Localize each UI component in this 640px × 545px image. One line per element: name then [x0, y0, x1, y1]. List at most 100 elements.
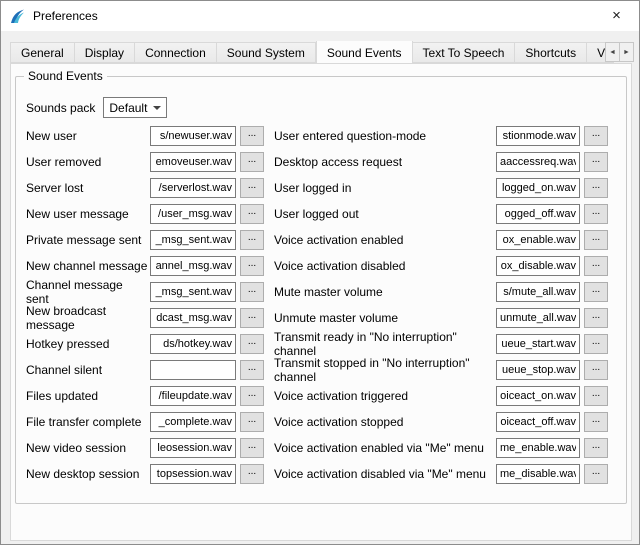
sound-event-label: User logged in [274, 181, 496, 195]
sound-event-label: User logged out [274, 207, 496, 221]
browse-button[interactable]: ... [584, 438, 608, 458]
sound-file-input[interactable] [496, 204, 580, 224]
sound-event-row: Voice activation stopped... [274, 409, 608, 435]
sound-events-tab-page: Sound Events Sounds pack Default New use… [10, 63, 632, 541]
sound-file-input[interactable] [496, 438, 580, 458]
sound-event-row: User entered question-mode... [274, 123, 608, 149]
browse-button[interactable]: ... [240, 282, 264, 302]
browse-button[interactable]: ... [584, 152, 608, 172]
browse-button[interactable]: ... [240, 126, 264, 146]
browse-button[interactable]: ... [584, 256, 608, 276]
sound-file-input[interactable] [150, 152, 236, 172]
tab-sound-events[interactable]: Sound Events [316, 41, 413, 63]
sound-file-input[interactable] [496, 412, 580, 432]
browse-button[interactable]: ... [584, 282, 608, 302]
browse-button[interactable]: ... [584, 308, 608, 328]
tab-shortcuts[interactable]: Shortcuts [515, 42, 587, 63]
browse-button[interactable]: ... [584, 464, 608, 484]
tab-text-to-speech[interactable]: Text To Speech [413, 42, 516, 63]
browse-button[interactable]: ... [240, 412, 264, 432]
sound-event-label: Hotkey pressed [26, 337, 150, 351]
sound-file-input[interactable] [496, 464, 580, 484]
browse-button[interactable]: ... [240, 334, 264, 354]
browse-button[interactable]: ... [240, 178, 264, 198]
browse-button[interactable]: ... [240, 386, 264, 406]
sound-event-label: New video session [26, 441, 150, 455]
sound-event-row: Voice activation disabled via "Me" menu.… [274, 461, 608, 487]
sound-event-row: User removed... [26, 149, 264, 175]
sound-file-input[interactable] [150, 386, 236, 406]
browse-button[interactable]: ... [584, 386, 608, 406]
tab-scroll-right-button[interactable]: ► [619, 42, 634, 62]
tab-scroll-left-button[interactable]: ◄ [605, 42, 620, 62]
sound-file-input[interactable] [150, 282, 236, 302]
browse-button[interactable]: ... [584, 230, 608, 250]
sound-file-input[interactable] [496, 282, 580, 302]
close-button[interactable]: × [594, 1, 639, 30]
browse-button[interactable]: ... [240, 438, 264, 458]
sound-event-label: Voice activation triggered [274, 389, 496, 403]
browse-button[interactable]: ... [584, 412, 608, 432]
sound-file-input[interactable] [496, 256, 580, 276]
sound-file-input[interactable] [150, 178, 236, 198]
sound-file-input[interactable] [150, 308, 236, 328]
sound-file-input[interactable] [496, 308, 580, 328]
sound-file-input[interactable] [150, 256, 236, 276]
sound-event-row: Transmit stopped in "No interruption" ch… [274, 357, 608, 383]
sound-file-input[interactable] [496, 360, 580, 380]
sound-file-input[interactable] [150, 126, 236, 146]
sounds-pack-select[interactable]: Default [103, 97, 167, 118]
sound-event-row: Private message sent... [26, 227, 264, 253]
browse-button[interactable]: ... [240, 360, 264, 380]
sound-file-input[interactable] [496, 334, 580, 354]
sound-event-row: Unmute master volume... [274, 305, 608, 331]
tab-general[interactable]: General [10, 42, 75, 63]
sound-file-input[interactable] [150, 204, 236, 224]
sound-event-row: Mute master volume... [274, 279, 608, 305]
sound-file-input[interactable] [150, 360, 236, 380]
sound-file-input[interactable] [150, 464, 236, 484]
chevron-down-icon [153, 106, 161, 110]
sound-event-label: User removed [26, 155, 150, 169]
browse-button[interactable]: ... [240, 308, 264, 328]
browse-button[interactable]: ... [240, 230, 264, 250]
sound-file-input[interactable] [150, 412, 236, 432]
tab-bar: GeneralDisplayConnectionSound SystemSoun… [10, 41, 614, 63]
sound-event-label: New desktop session [26, 467, 150, 481]
browse-button[interactable]: ... [584, 334, 608, 354]
sound-events-column-right: User entered question-mode...Desktop acc… [274, 123, 608, 487]
tab-scrollers: ◄ ► [606, 42, 634, 62]
sound-event-row: Files updated... [26, 383, 264, 409]
sound-event-row: New broadcast message... [26, 305, 264, 331]
sound-event-label: New user [26, 129, 150, 143]
tab-display[interactable]: Display [75, 42, 135, 63]
sound-event-row: Channel silent... [26, 357, 264, 383]
sound-file-input[interactable] [496, 230, 580, 250]
browse-button[interactable]: ... [240, 256, 264, 276]
sound-event-label: Mute master volume [274, 285, 496, 299]
sound-event-label: Server lost [26, 181, 150, 195]
sound-file-input[interactable] [496, 178, 580, 198]
sound-file-input[interactable] [496, 386, 580, 406]
sound-file-input[interactable] [150, 230, 236, 250]
tab-sound-system[interactable]: Sound System [217, 42, 316, 63]
browse-button[interactable]: ... [240, 204, 264, 224]
browse-button[interactable]: ... [584, 204, 608, 224]
browse-button[interactable]: ... [584, 178, 608, 198]
browse-button[interactable]: ... [240, 464, 264, 484]
tab-connection[interactable]: Connection [135, 42, 217, 63]
sound-event-label: New user message [26, 207, 150, 221]
sound-event-row: Voice activation disabled... [274, 253, 608, 279]
sound-file-input[interactable] [150, 334, 236, 354]
browse-button[interactable]: ... [584, 126, 608, 146]
sound-file-input[interactable] [496, 126, 580, 146]
sound-event-label: Channel silent [26, 363, 150, 377]
title-bar[interactable]: Preferences × [1, 1, 639, 31]
sound-file-input[interactable] [496, 152, 580, 172]
window-title: Preferences [33, 9, 98, 23]
sound-event-row: Voice activation enabled via "Me" menu..… [274, 435, 608, 461]
browse-button[interactable]: ... [240, 152, 264, 172]
sound-file-input[interactable] [150, 438, 236, 458]
browse-button[interactable]: ... [584, 360, 608, 380]
sound-event-row: New desktop session... [26, 461, 264, 487]
